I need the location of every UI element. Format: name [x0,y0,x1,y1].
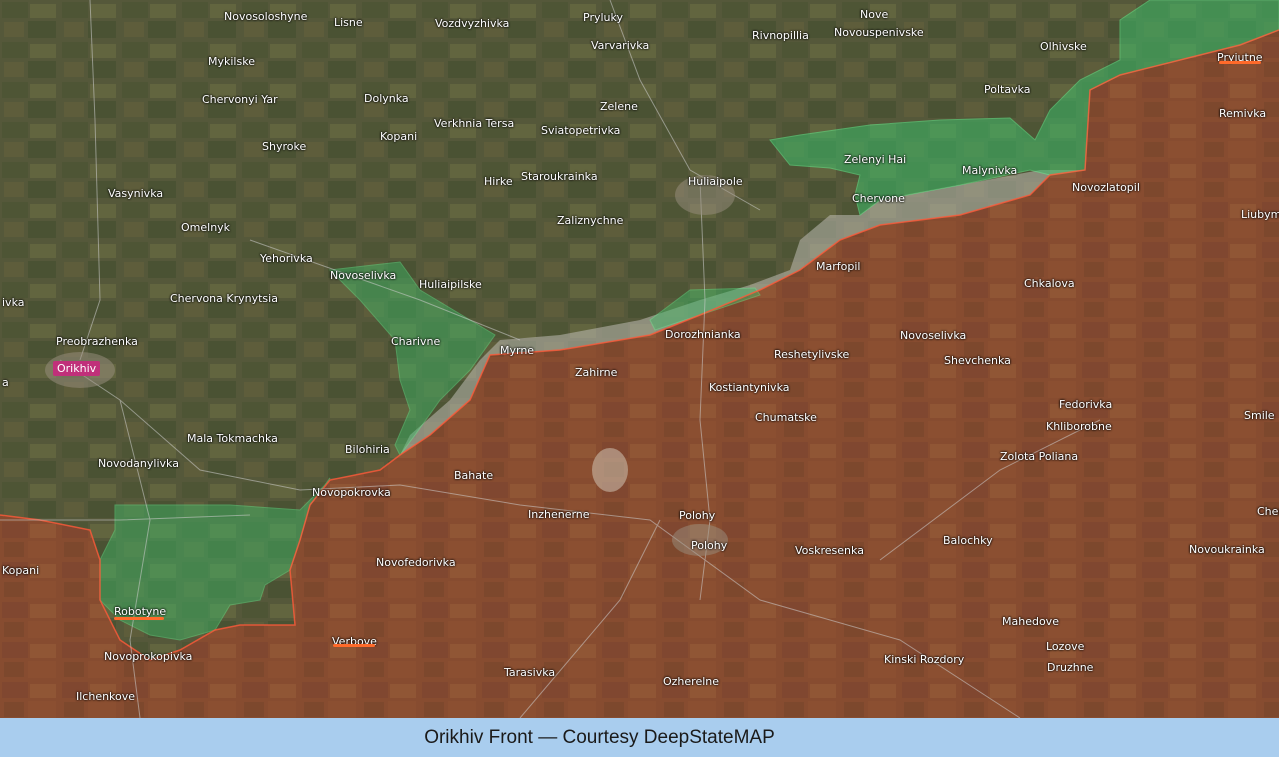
place-label[interactable]: Zaliznychne [557,214,623,227]
place-label[interactable]: Huliaipilske [419,278,482,291]
place-label[interactable]: Zahirne [575,366,617,379]
place-label[interactable]: Nove [860,8,888,21]
place-label[interactable]: Balochky [943,534,993,547]
place-label[interactable]: Chervone [852,192,905,205]
place-label[interactable]: Remivka [1219,107,1266,120]
place-label[interactable]: Reshetylivske [774,348,849,361]
place-label[interactable]: Shevchenka [944,354,1011,367]
place-label[interactable]: Druzhne [1047,661,1093,674]
place-label[interactable]: Bahate [454,469,493,482]
map-view[interactable]: Novosoloshyne Lisne Vozdvyzhivka Pryluky… [0,0,1279,718]
place-label[interactable]: Zelenyi Hai [844,153,906,166]
verbove-highlight [333,644,375,647]
robotyne-highlight [114,617,164,620]
place-label[interactable]: Rivnopillia [752,29,809,42]
place-label[interactable]: Novoselivka [330,269,396,282]
city-label-orikhiv[interactable]: Orikhiv [53,361,101,376]
place-label[interactable]: Voskresenka [795,544,864,557]
place-label[interactable]: Poltavka [984,83,1031,96]
place-label[interactable]: Pryluky [583,11,623,24]
place-label[interactable]: Kinski Rozdory [884,653,964,666]
place-label[interactable]: Kopani [2,564,39,577]
place-label[interactable]: Novopokrovka [312,486,391,499]
place-label[interactable]: Chervonyi Yar [202,93,278,106]
place-label[interactable]: Kostiantynivka [709,381,790,394]
place-label[interactable]: Charivne [391,335,440,348]
place-label[interactable]: Chumatske [755,411,817,424]
place-label[interactable]: Ilchenkove [76,690,135,703]
place-label[interactable]: Sviatopetrivka [541,124,620,137]
place-label[interactable]: Novozlatopil [1072,181,1140,194]
place-label[interactable]: Olhivske [1040,40,1087,53]
place-label[interactable]: Varvarivka [591,39,649,52]
place-label[interactable]: Yehorivka [260,252,313,265]
place-label[interactable]: a [2,376,9,389]
place-label[interactable]: Myrne [500,344,534,357]
place-label[interactable]: Verkhnia Tersa [434,117,514,130]
caption-bar: Orikhiv Front — Courtesy DeepStateMAP [0,718,1279,757]
place-label[interactable]: Khliborobne [1046,420,1112,433]
place-label[interactable]: Lisne [334,16,363,29]
place-label[interactable]: Hirke [484,175,513,188]
place-label[interactable]: Mahedove [1002,615,1059,628]
place-label[interactable]: Chervona Krynytsia [170,292,278,305]
place-label[interactable]: Novofedorivka [376,556,456,569]
place-label[interactable]: Polohy [679,509,715,522]
place-label[interactable]: Mala Tokmachka [187,432,278,445]
place-label[interactable]: ivka [2,296,24,309]
place-label[interactable]: Bilohiria [345,443,390,456]
place-label[interactable]: Novodanylivka [98,457,179,470]
place-label[interactable]: Dolynka [364,92,409,105]
place-label[interactable]: Zelene [600,100,638,113]
place-label[interactable]: Shyroke [262,140,306,153]
pryiutne-highlight [1219,61,1261,64]
place-label[interactable]: Fedorivka [1059,398,1112,411]
place-label[interactable]: Novoukrainka [1189,543,1265,556]
place-label[interactable]: Staroukrainka [521,170,598,183]
place-label[interactable]: Huliaipole [688,175,743,188]
place-label[interactable]: Chkalova [1024,277,1075,290]
place-label[interactable]: Vozdvyzhivka [435,17,509,30]
map-caption: Orikhiv Front — Courtesy DeepStateMAP [424,726,775,748]
place-label[interactable]: Vasynivka [108,187,163,200]
place-label[interactable]: Zolota Poliana [1000,450,1078,463]
place-label[interactable]: Tarasivka [504,666,555,679]
place-label[interactable]: Lozove [1046,640,1084,653]
place-label[interactable]: Dorozhnianka [665,328,741,341]
place-label[interactable]: Novoselivka [900,329,966,342]
place-label[interactable]: Ozherelne [663,675,719,688]
place-label[interactable]: Novoprokopivka [104,650,192,663]
place-label[interactable]: Polohy [691,539,727,552]
place-label[interactable]: Kopani [380,130,417,143]
place-label[interactable]: Omelnyk [181,221,230,234]
place-label[interactable]: Liubym [1241,208,1279,221]
place-label[interactable]: Marfopil [816,260,860,273]
place-label[interactable]: Smile [1244,409,1275,422]
place-label[interactable]: Novosoloshyne [224,10,307,23]
place-label[interactable]: Cher [1257,505,1279,518]
place-label[interactable]: Novouspenivske [834,26,924,39]
place-label[interactable]: Inzhenerne [528,508,590,521]
place-label[interactable]: Preobrazhenka [56,335,138,348]
place-label[interactable]: Malynivka [962,164,1017,177]
place-label[interactable]: Mykilske [208,55,255,68]
map-terrain [0,0,1279,718]
